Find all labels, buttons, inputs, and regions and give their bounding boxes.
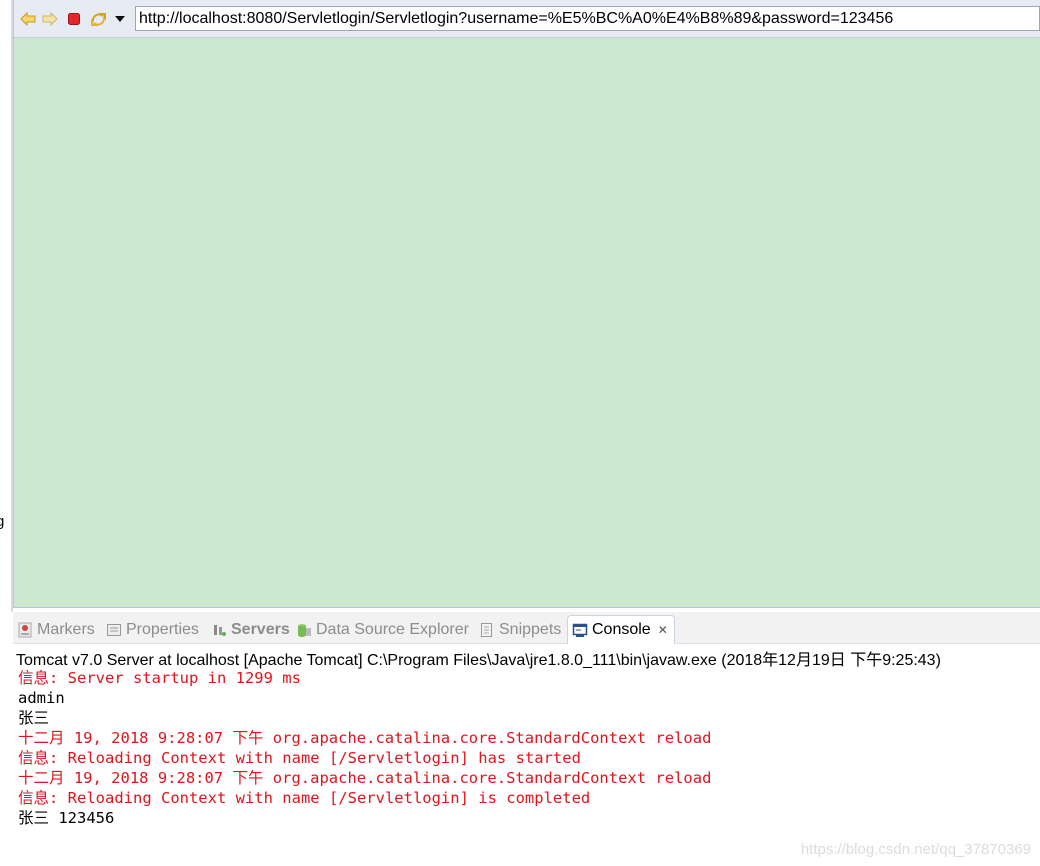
tab-label: Servers	[231, 620, 290, 638]
views-panel: Markers Properties Servers Data Source E…	[13, 612, 1040, 866]
refresh-icon[interactable]	[89, 10, 107, 28]
url-input[interactable]: http://localhost:8080/Servletlogin/Servl…	[135, 6, 1040, 31]
stop-icon[interactable]	[65, 10, 83, 28]
console-line: 张三	[18, 709, 50, 727]
tab-data-source-explorer[interactable]: Data Source Explorer	[296, 615, 469, 644]
console-output[interactable]: 信息: Server startup in 1299 ms admin 张三 十…	[18, 668, 1040, 828]
watermark: https://blog.csdn.net/qq_37870369	[800, 841, 1031, 858]
servers-icon	[211, 622, 227, 638]
tab-label: Properties	[126, 620, 199, 638]
tab-label: Data Source Explorer	[316, 620, 469, 638]
left-clipped-panel: g	[0, 0, 11, 866]
data-source-icon	[296, 622, 312, 638]
tab-properties[interactable]: Properties	[106, 615, 199, 644]
view-tabbar: Markers Properties Servers Data Source E…	[13, 612, 1040, 644]
back-icon[interactable]	[19, 10, 37, 28]
console-line: admin	[18, 689, 65, 707]
tab-console[interactable]: Console ✕	[567, 615, 675, 644]
dropdown-icon[interactable]	[111, 10, 129, 28]
browser-toolbar: http://localhost:8080/Servletlogin/Servl…	[14, 0, 1040, 38]
console-line: 信息: Reloading Context with name [/Servle…	[18, 749, 581, 767]
close-icon[interactable]: ✕	[658, 623, 668, 637]
properties-icon	[106, 622, 122, 638]
tab-snippets[interactable]: Snippets	[479, 615, 561, 644]
console-line: 十二月 19, 2018 9:28:07 下午 org.apache.catal…	[18, 729, 712, 747]
console-line: 张三 123456	[18, 809, 115, 827]
tab-servers[interactable]: Servers	[211, 615, 290, 644]
console-line: 十二月 19, 2018 9:28:07 下午 org.apache.catal…	[18, 769, 712, 787]
snippets-icon	[479, 622, 495, 638]
console-process-title: Tomcat v7.0 Server at localhost [Apache …	[16, 652, 941, 669]
tab-label: Console	[592, 621, 651, 638]
console-line: 信息: Server startup in 1299 ms	[18, 669, 301, 687]
console-icon	[572, 622, 588, 638]
tab-label: Markers	[37, 620, 95, 638]
markers-icon	[17, 622, 33, 638]
tab-markers[interactable]: Markers	[17, 615, 95, 644]
console-line: 信息: Reloading Context with name [/Servle…	[18, 789, 591, 807]
internal-web-browser: http://localhost:8080/Servletlogin/Servl…	[13, 0, 1040, 608]
tab-label: Snippets	[499, 620, 562, 638]
forward-icon[interactable]	[41, 10, 59, 28]
clipped-text: g	[0, 513, 5, 530]
browser-page-content[interactable]	[14, 38, 1040, 607]
